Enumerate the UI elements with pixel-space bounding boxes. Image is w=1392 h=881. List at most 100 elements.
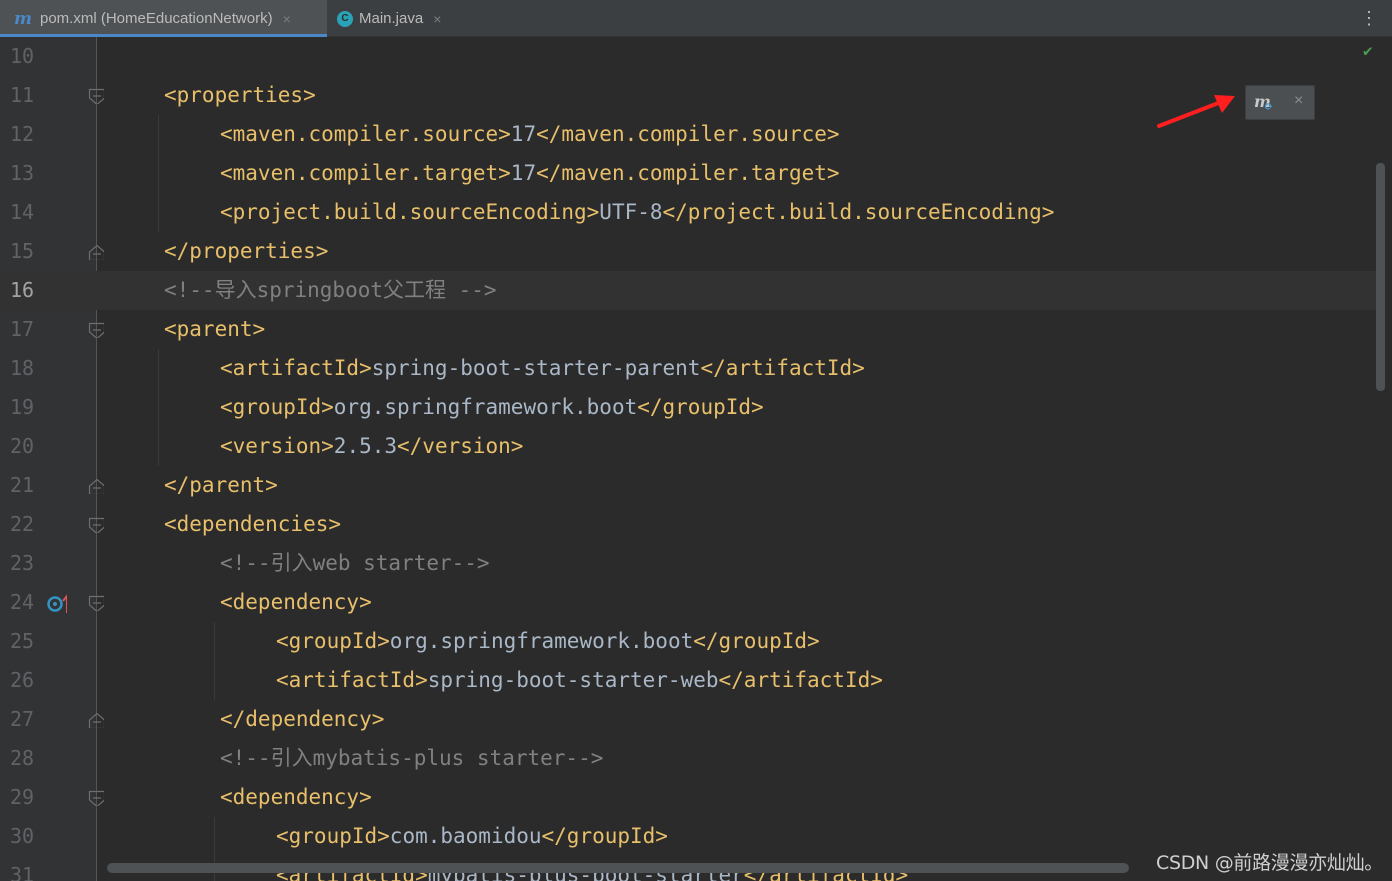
xml-tag: <dependencies> <box>164 512 342 536</box>
line-number[interactable]: 30 <box>10 817 34 856</box>
code-text[interactable]: </dependency> <box>220 700 384 739</box>
line-number[interactable]: 22 <box>10 505 34 544</box>
line-number[interactable]: 29 <box>10 778 34 817</box>
xml-comment: <!--导入springboot父工程 --> <box>164 278 497 302</box>
code-line[interactable]: 18 <artifactId>spring-boot-starter-parent… <box>0 349 1376 388</box>
line-number[interactable]: 10 <box>10 37 34 76</box>
line-number[interactable]: 21 <box>10 466 34 505</box>
code-text[interactable]: <groupId>com.baomidou</groupId> <box>276 817 668 856</box>
line-number[interactable]: 12 <box>10 115 34 154</box>
code-line[interactable]: 13 <maven.compiler.target>17</maven.compi… <box>0 154 1376 193</box>
fold-end-icon[interactable] <box>88 478 104 494</box>
more-vertical-icon[interactable]: ⋮ <box>1360 8 1378 28</box>
maven-reload-icon[interactable]: m ⟳ <box>1254 92 1273 113</box>
indent-guide <box>158 115 159 232</box>
xml-text: spring-boot-starter-web <box>427 668 719 692</box>
xml-text: org.springframework.boot <box>389 629 694 653</box>
xml-tag: <groupId> <box>276 629 390 653</box>
xml-text: org.springframework.boot <box>333 395 638 419</box>
line-number[interactable]: 14 <box>10 193 34 232</box>
line-number[interactable]: 27 <box>10 700 34 739</box>
code-text[interactable]: <project.build.sourceEncoding>UTF-8</pro… <box>220 193 1054 232</box>
line-number[interactable]: 24 <box>10 583 34 622</box>
line-number[interactable]: 28 <box>10 739 34 778</box>
code-text[interactable]: <maven.compiler.target>17</maven.compile… <box>220 154 840 193</box>
tab-main-java[interactable]: C Main.java × <box>327 0 467 37</box>
code-line[interactable]: 10 <box>0 37 1376 76</box>
code-text[interactable]: <maven.compiler.source>17</maven.compile… <box>220 115 840 154</box>
no-problems-check-icon[interactable]: ✔ <box>1363 41 1373 60</box>
code-text[interactable]: <!--导入springboot父工程 --> <box>164 271 497 310</box>
xml-tag: <maven.compiler.source> <box>220 122 511 146</box>
xml-tag: <artifactId> <box>276 668 428 692</box>
code-line[interactable]: 15 </properties> <box>0 232 1376 271</box>
code-line[interactable]: 21 </parent> <box>0 466 1376 505</box>
code-line[interactable]: 25 <groupId>org.springframework.boot</gro… <box>0 622 1376 661</box>
line-number[interactable]: 15 <box>10 232 34 271</box>
line-number[interactable]: 17 <box>10 310 34 349</box>
code-text[interactable]: <properties> <box>164 76 316 115</box>
code-text[interactable]: </parent> <box>164 466 278 505</box>
code-text[interactable]: <dependency> <box>220 583 372 622</box>
popup-close-icon[interactable]: × <box>1294 92 1303 110</box>
code-text[interactable]: <groupId>org.springframework.boot</group… <box>276 622 820 661</box>
code-line[interactable]: 29 <dependency> <box>0 778 1376 817</box>
spring-dependency-gutter-icon[interactable] <box>47 593 67 613</box>
line-number[interactable]: 11 <box>10 76 34 115</box>
tab-pom-xml[interactable]: m pom.xml (HomeEducationNetwork) × <box>0 0 327 37</box>
code-text[interactable]: <artifactId>spring-boot-starter-web</art… <box>276 661 883 700</box>
code-line[interactable]: 20 <version>2.5.3</version> <box>0 427 1376 466</box>
fold-collapse-icon[interactable] <box>88 790 104 806</box>
vertical-scrollbar[interactable] <box>1376 163 1385 391</box>
fold-collapse-icon[interactable] <box>88 88 104 104</box>
line-number[interactable]: 20 <box>10 427 34 466</box>
code-line[interactable]: 28 <!--引入mybatis-plus starter--> <box>0 739 1376 778</box>
code-text[interactable]: <!--引入mybatis-plus starter--> <box>220 739 603 778</box>
line-number[interactable]: 16 <box>10 271 34 310</box>
line-number[interactable]: 31 <box>10 856 34 881</box>
code-text[interactable]: <parent> <box>164 310 265 349</box>
code-text[interactable]: <version>2.5.3</version> <box>220 427 523 466</box>
xml-text: 17 <box>510 122 537 146</box>
code-line[interactable]: 22 <dependencies> <box>0 505 1376 544</box>
horizontal-scrollbar[interactable] <box>107 863 1129 873</box>
code-line[interactable]: 23 <!--引入web starter--> <box>0 544 1376 583</box>
code-line[interactable]: 17 <parent> <box>0 310 1376 349</box>
line-number[interactable]: 26 <box>10 661 34 700</box>
xml-text: 2.5.3 <box>333 434 398 458</box>
code-line[interactable]: 27 </dependency> <box>0 700 1376 739</box>
line-number[interactable]: 25 <box>10 622 34 661</box>
xml-text: 17 <box>510 161 537 185</box>
java-class-icon: C <box>337 10 353 27</box>
tab-label: Main.java <box>359 10 424 27</box>
fold-end-icon[interactable] <box>88 712 104 728</box>
code-text[interactable]: <!--引入web starter--> <box>220 544 490 583</box>
fold-collapse-icon[interactable] <box>88 322 104 338</box>
code-line[interactable]: 24 <dependency> <box>0 583 1376 622</box>
code-text[interactable]: </properties> <box>164 232 328 271</box>
fold-collapse-icon[interactable] <box>88 595 104 611</box>
tab-close-icon[interactable]: × <box>433 11 441 27</box>
code-text[interactable]: <groupId>org.springframework.boot</group… <box>220 388 764 427</box>
tab-close-icon[interactable]: × <box>283 11 291 27</box>
code-line[interactable]: 26 <artifactId>spring-boot-starter-web</a… <box>0 661 1376 700</box>
code-line[interactable]: 16 <!--导入springboot父工程 --> <box>0 271 1376 310</box>
line-number[interactable]: 18 <box>10 349 34 388</box>
fold-collapse-icon[interactable] <box>88 517 104 533</box>
line-number[interactable]: 23 <box>10 544 34 583</box>
xml-tag: </artifactId> <box>718 668 883 692</box>
xml-comment: <!--引入web starter--> <box>220 551 490 575</box>
code-line[interactable]: 14 <project.build.sourceEncoding>UTF-8</p… <box>0 193 1376 232</box>
tab-label: pom.xml (HomeEducationNetwork) <box>40 10 273 27</box>
line-number[interactable]: 13 <box>10 154 34 193</box>
code-line[interactable]: 19 <groupId>org.springframework.boot</gro… <box>0 388 1376 427</box>
xml-tag: <version> <box>220 434 334 458</box>
code-text[interactable]: <artifactId>spring-boot-starter-parent</… <box>220 349 865 388</box>
line-number[interactable]: 19 <box>10 388 34 427</box>
code-text[interactable]: <dependencies> <box>164 505 341 544</box>
code-text[interactable]: <dependency> <box>220 778 372 817</box>
xml-tag: <dependency> <box>220 785 372 809</box>
fold-end-icon[interactable] <box>88 244 104 260</box>
code-editor[interactable]: 10 11 <properties> 12 <maven.compiler.source… <box>0 37 1392 881</box>
xml-tag: </dependency> <box>220 707 385 731</box>
